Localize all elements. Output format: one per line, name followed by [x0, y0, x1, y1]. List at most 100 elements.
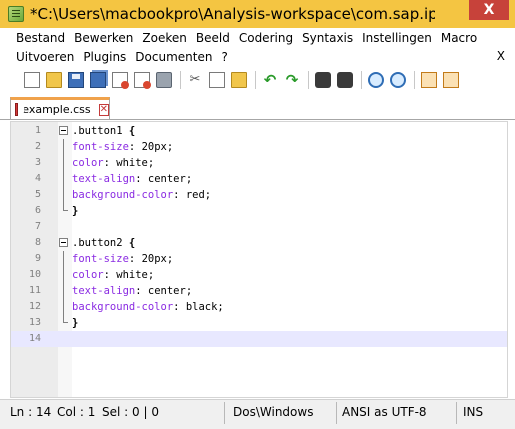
save-all-icon[interactable] [90, 72, 106, 88]
save-icon[interactable] [68, 72, 84, 88]
code-line[interactable]: 2 font-size: 20px; [11, 139, 507, 155]
line-number: 11 [28, 285, 41, 296]
line-number: 8 [34, 237, 41, 248]
code-line[interactable]: 7 [11, 219, 507, 235]
code-text: .button2 { [72, 235, 135, 251]
zoom-in-icon[interactable] [368, 72, 384, 88]
new-file-icon[interactable] [24, 72, 40, 88]
line-number: 10 [28, 269, 41, 280]
code-line[interactable]: 1 .button1 { [11, 123, 507, 139]
code-text: } [72, 203, 78, 219]
replace-icon[interactable] [337, 72, 353, 88]
close-all-icon[interactable] [134, 72, 151, 89]
tab-divider [0, 119, 515, 120]
code-line[interactable]: 4 text-align: center; [11, 171, 507, 187]
menu-item[interactable]: Macro [437, 31, 482, 45]
css-value: white [116, 269, 148, 281]
menu-item[interactable]: Syntaxis [298, 31, 358, 45]
code-text: font-size: 20px; [72, 253, 174, 265]
tab-label: example.css [22, 103, 91, 116]
status-separator [456, 402, 457, 424]
line-number: 1 [34, 125, 41, 136]
line-number: 4 [34, 173, 41, 184]
code-line[interactable]: 8 .button2 { [11, 235, 507, 251]
zoom-out-icon[interactable] [390, 72, 406, 88]
cut-icon[interactable]: ✂ [187, 72, 203, 88]
css-value: center [147, 285, 186, 297]
toolbar-separator [414, 71, 415, 89]
window-close-button[interactable]: X [469, 0, 509, 20]
css-property: font-size [72, 253, 129, 265]
tab-example-css[interactable]: example.css ✕ [10, 97, 110, 119]
sync-vertical-icon[interactable] [421, 72, 437, 88]
open-folder-icon[interactable] [46, 72, 62, 88]
code-line[interactable]: 13} [11, 315, 507, 331]
fold-guide [63, 187, 64, 203]
status-separator [336, 402, 337, 424]
fold-collapse-icon[interactable] [59, 126, 68, 135]
modified-file-icon [15, 103, 25, 116]
menu-item[interactable]: Beeld [192, 31, 235, 45]
status-insert-mode: INS [463, 405, 484, 419]
line-number: 9 [34, 253, 41, 264]
line-number: 13 [28, 317, 41, 328]
code-text: color: white; [72, 269, 155, 281]
css-value: red [185, 189, 205, 201]
code-line[interactable]: 9 font-size: 20px; [11, 251, 507, 267]
fold-guide [63, 283, 64, 299]
fold-guide [63, 171, 64, 187]
fold-guide [63, 299, 64, 315]
redo-icon[interactable]: ↷ [284, 72, 300, 88]
find-icon[interactable] [315, 72, 331, 88]
line-number: 5 [34, 189, 41, 200]
status-eol: Dos\Windows [233, 405, 314, 419]
code-text: font-size: 20px; [72, 141, 174, 153]
code-line[interactable]: 10 color: white; [11, 267, 507, 283]
css-property: background-color [72, 189, 174, 201]
menu-item[interactable]: Instellingen [358, 31, 437, 45]
close-icon[interactable] [112, 72, 129, 89]
menu-item[interactable]: Uitvoeren [12, 50, 79, 64]
css-selector: .button1 [72, 125, 123, 137]
line-number: 7 [34, 221, 41, 232]
line-number: 6 [34, 205, 41, 216]
menu-item[interactable]: Plugins [79, 50, 131, 64]
tab-close-icon[interactable]: ✕ [98, 103, 109, 116]
css-property: text-align [72, 173, 136, 185]
code-line[interactable]: 6} [11, 203, 507, 219]
code-text: } [72, 315, 78, 331]
menu-item[interactable]: Zoeken [138, 31, 191, 45]
code-text: text-align: center; [72, 173, 193, 185]
code-line[interactable]: 12 background-color: black; [11, 299, 507, 315]
menu-item[interactable]: Bestand [12, 31, 70, 45]
css-property: text-align [72, 285, 136, 297]
code-line[interactable]: 5 background-color: red; [11, 187, 507, 203]
css-property: color [72, 157, 104, 169]
fold-guide [63, 139, 64, 155]
code-line[interactable]: 11 text-align: center; [11, 283, 507, 299]
open-brace: { [128, 125, 136, 137]
toolbar-separator [361, 71, 362, 89]
code-line[interactable]: 14 [11, 331, 507, 347]
status-column: Col : 1 [57, 405, 96, 419]
menu-item[interactable]: Documenten [131, 50, 217, 64]
copy-icon[interactable] [209, 72, 225, 88]
menu-item[interactable]: Codering [235, 31, 298, 45]
close-document-button[interactable]: X [497, 49, 505, 63]
paste-icon[interactable] [231, 72, 247, 88]
toolbar-separator [255, 71, 256, 89]
fold-collapse-icon[interactable] [59, 238, 68, 247]
menu-item[interactable]: ? [217, 50, 232, 64]
code-editor[interactable]: 1 .button1 {2 font-size: 20px; 3 color: whit… [10, 121, 508, 398]
css-value: 20px [141, 253, 167, 265]
toolbar: ✂ ↶ ↷ [0, 66, 515, 94]
sync-horizontal-icon[interactable] [443, 72, 459, 88]
undo-icon[interactable]: ↶ [262, 72, 278, 88]
css-property: color [72, 269, 104, 281]
code-line[interactable]: 3 color: white; [11, 155, 507, 171]
print-icon[interactable] [156, 72, 172, 88]
toolbar-separator [308, 71, 309, 89]
line-number: 3 [34, 157, 41, 168]
line-number: 14 [28, 333, 41, 344]
menu-item[interactable]: Bewerken [70, 31, 138, 45]
